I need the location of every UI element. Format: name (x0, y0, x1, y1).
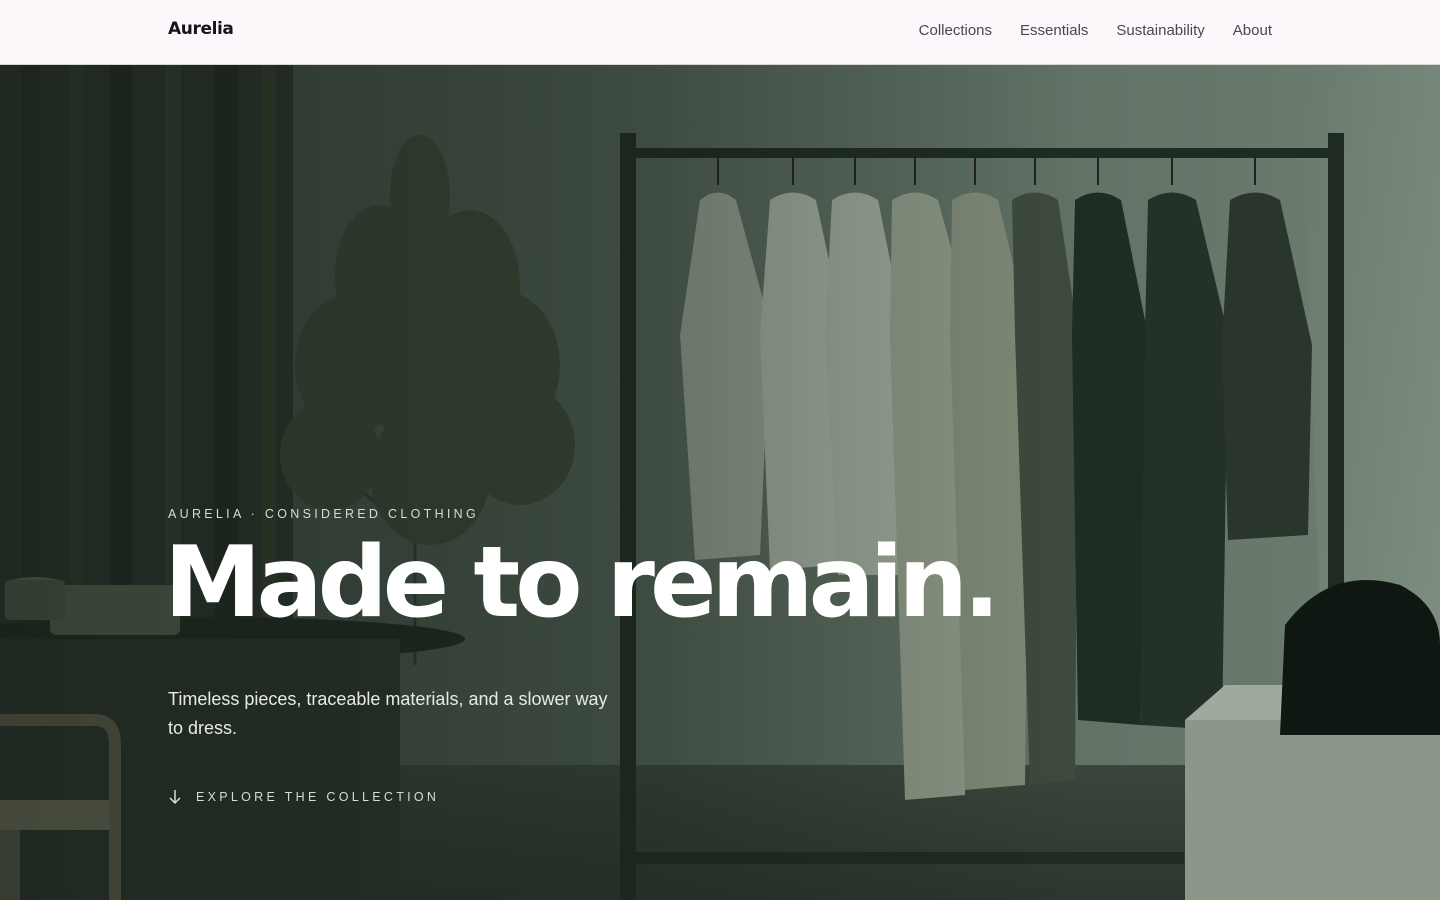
main-nav: Collections Essentials Sustainability Ab… (919, 22, 1272, 39)
brand-logo[interactable]: Aurelia (168, 19, 234, 39)
hero-eyebrow: AURELIA · CONSIDERED CLOTHING (168, 507, 480, 521)
hero-dark-overlay (0, 65, 1440, 900)
hero-section: AURELIA · CONSIDERED CLOTHING Made to re… (0, 65, 1440, 900)
cta-label: EXPLORE THE COLLECTION (196, 790, 440, 804)
nav-link-sustainability[interactable]: Sustainability (1116, 22, 1204, 39)
nav-link-about[interactable]: About (1233, 22, 1272, 39)
explore-collection-link[interactable]: EXPLORE THE COLLECTION (168, 789, 439, 805)
hero-subtitle: Timeless pieces, traceable materials, an… (168, 689, 608, 738)
arrow-down-icon (169, 790, 181, 805)
hero-headline: Made to remain. (164, 526, 1000, 640)
nav-link-essentials[interactable]: Essentials (1020, 22, 1088, 39)
nav-link-collections[interactable]: Collections (919, 22, 992, 39)
site-header: Aurelia Collections Essentials Sustainab… (0, 0, 1440, 65)
